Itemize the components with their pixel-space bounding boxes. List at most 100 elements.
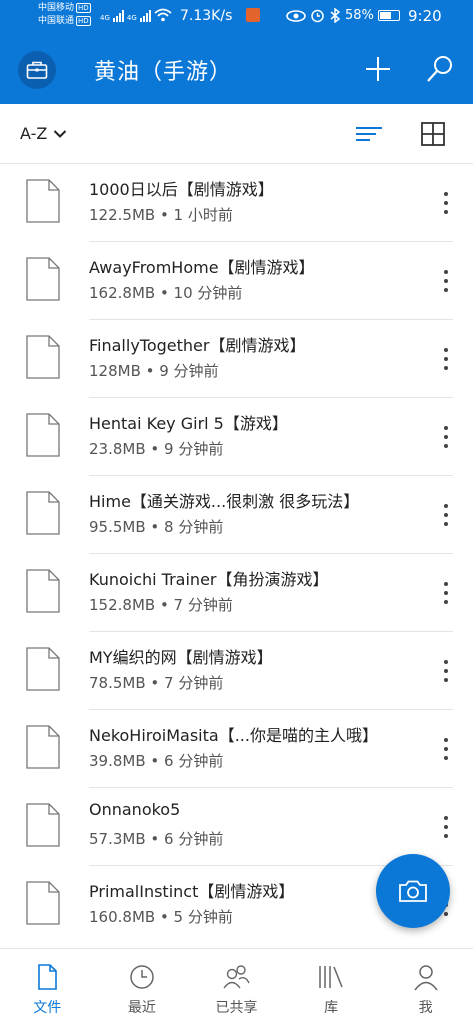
document-icon bbox=[26, 569, 60, 613]
document-icon bbox=[26, 647, 60, 691]
status-bar: 中国移动 HD 中国联通 HD 4G 4G 7.13K/s 58% 9:20 bbox=[0, 0, 473, 36]
hd-badge: HD bbox=[76, 3, 91, 13]
file-name: Onnanoko5 bbox=[89, 800, 181, 819]
document-icon bbox=[26, 725, 60, 769]
file-meta: 152.8MB • 7 分钟前 bbox=[89, 596, 233, 614]
person-icon bbox=[414, 965, 438, 991]
file-meta: 128MB • 9 分钟前 bbox=[89, 362, 219, 380]
file-meta: 95.5MB • 8 分钟前 bbox=[89, 518, 224, 536]
list-item[interactable]: Hentai Key Girl 5【游戏】 23.8MB • 9 分钟前 bbox=[0, 398, 473, 476]
file-meta: 78.5MB • 7 分钟前 bbox=[89, 674, 224, 692]
sort-button[interactable]: A-Z bbox=[20, 124, 67, 143]
document-icon bbox=[26, 179, 60, 223]
file-name: FinallyTogether【剧情游戏】 bbox=[89, 336, 306, 355]
bottom-navigation: 文件 最近 已共享 库 我 bbox=[0, 948, 473, 1024]
file-name: 1000日以后【剧情游戏】 bbox=[89, 180, 274, 199]
signal-indicators: 4G 4G bbox=[100, 8, 172, 22]
nav-label: 库 bbox=[324, 1000, 339, 1016]
signal-icon bbox=[112, 10, 124, 22]
document-icon bbox=[26, 257, 60, 301]
file-meta: 23.8MB • 9 分钟前 bbox=[89, 440, 224, 458]
briefcase-icon bbox=[26, 61, 48, 79]
more-options-button[interactable] bbox=[434, 656, 458, 686]
account-switch-button[interactable] bbox=[18, 51, 56, 89]
nav-label: 文件 bbox=[33, 1000, 62, 1016]
more-options-button[interactable] bbox=[434, 578, 458, 608]
more-options-button[interactable] bbox=[434, 812, 458, 842]
nav-label: 我 bbox=[418, 1000, 433, 1016]
sort-toolbar: A-Z bbox=[0, 104, 473, 164]
chevron-down-icon bbox=[54, 129, 67, 138]
document-icon bbox=[26, 491, 60, 535]
camera-button[interactable] bbox=[376, 854, 450, 928]
list-item[interactable]: Kunoichi Trainer【角扮演游戏】 152.8MB • 7 分钟前 bbox=[0, 554, 473, 632]
file-meta: 57.3MB • 6 分钟前 bbox=[89, 830, 224, 848]
nav-item-shared[interactable]: 已共享 bbox=[189, 949, 284, 1024]
file-name: MY编织的网【剧情游戏】 bbox=[89, 648, 273, 667]
carrier-2: 中国联通 bbox=[38, 16, 75, 26]
nav-label: 已共享 bbox=[215, 1000, 258, 1016]
document-icon bbox=[26, 803, 60, 847]
more-options-button[interactable] bbox=[434, 266, 458, 296]
net-type-1: 4G bbox=[100, 14, 110, 22]
file-name: Hime【通关游戏...很刺激 很多玩法】 bbox=[89, 492, 360, 511]
search-icon bbox=[427, 56, 452, 82]
people-icon bbox=[223, 965, 251, 989]
list-item[interactable]: MY编织的网【剧情游戏】 78.5MB • 7 分钟前 bbox=[0, 632, 473, 710]
network-speed: 7.13K/s bbox=[180, 8, 233, 24]
nav-item-library[interactable]: 库 bbox=[284, 949, 379, 1024]
more-options-button[interactable] bbox=[434, 734, 458, 764]
more-options-button[interactable] bbox=[434, 422, 458, 452]
file-icon bbox=[38, 964, 58, 990]
file-name: AwayFromHome【剧情游戏】 bbox=[89, 258, 315, 277]
nav-item-me[interactable]: 我 bbox=[378, 949, 473, 1024]
nav-label: 最近 bbox=[127, 1000, 156, 1016]
file-name: PrimalInstinct【剧情游戏】 bbox=[89, 882, 295, 901]
nav-item-recent[interactable]: 最近 bbox=[95, 949, 190, 1024]
file-meta: 162.8MB • 10 分钟前 bbox=[89, 284, 243, 302]
app-notification-icon bbox=[246, 8, 260, 22]
alarm-icon bbox=[311, 9, 324, 23]
list-item[interactable]: Hime【通关游戏...很刺激 很多玩法】 95.5MB • 8 分钟前 bbox=[0, 476, 473, 554]
wifi-icon bbox=[154, 8, 172, 22]
more-options-button[interactable] bbox=[434, 188, 458, 218]
list-item[interactable]: 1000日以后【剧情游戏】 122.5MB • 1 小时前 bbox=[0, 164, 473, 242]
add-button[interactable] bbox=[362, 52, 394, 86]
document-icon bbox=[26, 413, 60, 457]
list-view-icon bbox=[356, 127, 382, 141]
sort-label: A-Z bbox=[20, 124, 48, 143]
file-name: Hentai Key Girl 5【游戏】 bbox=[89, 414, 288, 433]
list-item[interactable]: Onnanoko5 57.3MB • 6 分钟前 bbox=[0, 788, 473, 866]
app-header: 黄油（手游） bbox=[0, 36, 473, 104]
carrier-1: 中国移动 bbox=[38, 3, 75, 13]
battery-icon bbox=[377, 10, 400, 21]
grid-view-button[interactable] bbox=[420, 121, 446, 147]
list-item[interactable]: AwayFromHome【剧情游戏】 162.8MB • 10 分钟前 bbox=[0, 242, 473, 320]
file-meta: 122.5MB • 1 小时前 bbox=[89, 206, 233, 224]
more-options-button[interactable] bbox=[434, 344, 458, 374]
eye-icon bbox=[286, 9, 306, 22]
folder-title: 黄油（手游） bbox=[94, 60, 233, 85]
more-options-button[interactable] bbox=[434, 500, 458, 530]
camera-icon bbox=[399, 880, 427, 902]
battery-percent: 58% bbox=[345, 8, 374, 23]
file-name: Kunoichi Trainer【角扮演游戏】 bbox=[89, 570, 329, 589]
clock: 9:20 bbox=[408, 7, 442, 25]
library-icon bbox=[319, 966, 343, 988]
list-item[interactable]: FinallyTogether【剧情游戏】 128MB • 9 分钟前 bbox=[0, 320, 473, 398]
document-icon bbox=[26, 881, 60, 925]
file-name: NekoHiroiMasita【...你是喵的主人哦】 bbox=[89, 726, 378, 745]
nav-item-files[interactable]: 文件 bbox=[0, 949, 95, 1024]
system-icons: 58% bbox=[286, 8, 400, 23]
hd-badge: HD bbox=[76, 16, 91, 26]
list-view-button[interactable] bbox=[354, 122, 384, 146]
list-item[interactable]: NekoHiroiMasita【...你是喵的主人哦】 39.8MB • 6 分… bbox=[0, 710, 473, 788]
file-meta: 160.8MB • 5 分钟前 bbox=[89, 908, 233, 926]
net-type-2: 4G bbox=[126, 14, 137, 22]
signal-icon bbox=[139, 10, 151, 22]
bluetooth-icon bbox=[330, 8, 341, 23]
carrier-info: 中国移动 HD 中国联通 HD bbox=[38, 2, 91, 28]
grid-view-icon bbox=[421, 122, 445, 146]
search-button[interactable] bbox=[424, 52, 456, 86]
document-icon bbox=[26, 335, 60, 379]
